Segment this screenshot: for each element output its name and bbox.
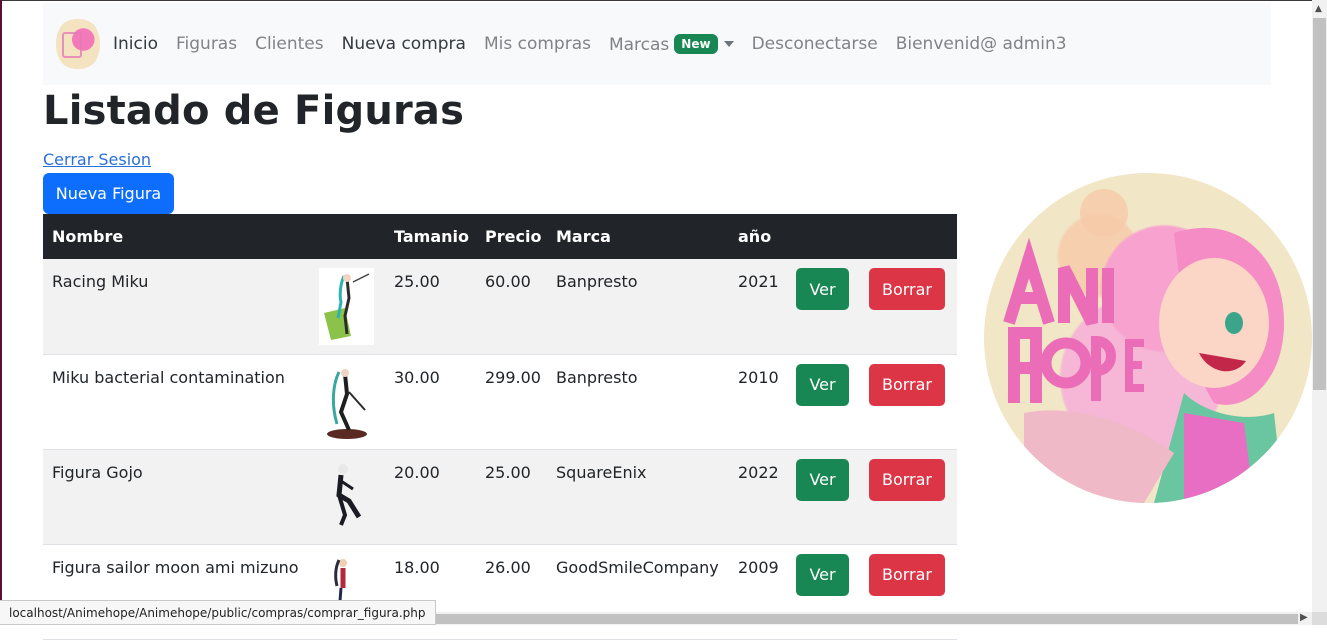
header-tamanio: Tamanio — [385, 214, 476, 259]
cell-anio: 2021 — [729, 259, 787, 355]
figures-table: Nombre Tamanio Precio Marca año Racing M… — [43, 214, 957, 640]
cell-marca: Banpresto — [547, 354, 729, 450]
cell-image — [310, 449, 385, 545]
cell-tamanio: 20.00 — [385, 449, 476, 545]
ver-button[interactable]: Ver — [796, 268, 849, 310]
cell-anio: 2022 — [729, 449, 787, 545]
borrar-button[interactable]: Borrar — [869, 458, 945, 501]
cell-marca: Banpresto — [547, 259, 729, 355]
window-left-border — [0, 0, 2, 625]
cell-tamanio: 25.00 — [385, 259, 476, 355]
table-row: Racing Miku 25.00 60.00 Banpresto 2021 V… — [43, 259, 957, 355]
cell-tamanio: 30.00 — [385, 354, 476, 450]
borrar-button[interactable]: Borrar — [869, 553, 945, 596]
figure-image — [327, 368, 367, 439]
ver-button[interactable]: Ver — [796, 363, 849, 406]
brand-logo[interactable] — [56, 16, 100, 72]
cell-anio: 2010 — [729, 354, 787, 450]
cell-marca: SquareEnix — [547, 449, 729, 545]
figure-image — [319, 268, 374, 345]
logo-artwork — [1003, 189, 1284, 503]
cell-image — [310, 354, 385, 450]
cell-precio: 299.00 — [476, 354, 547, 450]
figure-image — [336, 463, 362, 526]
window-top-border — [0, 0, 1327, 1]
header-nombre: Nombre — [43, 214, 310, 259]
cell-nombre: Racing Miku — [43, 259, 310, 355]
logout-link[interactable]: Cerrar Sesion — [43, 150, 151, 169]
cell-precio: 25.00 — [476, 449, 547, 545]
header-image — [310, 214, 385, 259]
header-marca: Marca — [547, 214, 729, 259]
cell-precio: 60.00 — [476, 259, 547, 355]
header-precio: Precio — [476, 214, 547, 259]
status-bar-url: localhost/Animehope/Animehope/public/com… — [0, 600, 436, 625]
table-row: Miku bacterial contamination 30.00 299.0… — [43, 354, 957, 450]
borrar-button[interactable]: Borrar — [869, 363, 945, 406]
nav-desconectarse[interactable]: Desconectarse — [752, 34, 878, 54]
header-borrar — [860, 214, 957, 259]
nav-marcas-label: Marcas — [608, 34, 670, 55]
cell-image — [310, 259, 385, 355]
vertical-scrollbar-thumb[interactable] — [1313, 18, 1326, 390]
cell-nombre: Figura Gojo — [43, 449, 310, 545]
table-header-row: Nombre Tamanio Precio Marca año — [43, 214, 957, 259]
ver-button[interactable]: Ver — [796, 458, 849, 501]
cell-ver: Ver — [787, 354, 860, 450]
nav-marcas-dropdown[interactable]: Marcas New — [608, 33, 734, 55]
cell-ver: Ver — [787, 259, 860, 355]
scroll-right-icon[interactable]: ▶ — [1300, 612, 1308, 623]
ver-button[interactable]: Ver — [796, 553, 849, 596]
cell-borrar: Borrar — [860, 259, 957, 355]
scrollbar-corner — [1312, 612, 1327, 625]
new-badge: New — [674, 33, 718, 54]
cell-nombre: Miku bacterial contamination — [43, 354, 310, 450]
header-anio: año — [729, 214, 787, 259]
page-title: Listado de Figuras — [43, 88, 465, 134]
table-row: Figura Gojo 20.00 25.00 SquareEnix 2022 … — [43, 449, 957, 545]
figures-table-container: Nombre Tamanio Precio Marca año Racing M… — [43, 214, 957, 640]
animehope-logo-image — [984, 173, 1312, 503]
header-ver — [787, 214, 860, 259]
navbar: Inicio Figuras Clientes Nueva compra Mis… — [43, 3, 1271, 85]
nav-clientes[interactable]: Clientes — [255, 34, 324, 54]
caret-down-icon — [723, 40, 734, 47]
new-figure-button[interactable]: Nueva Figura — [43, 173, 174, 214]
borrar-button[interactable]: Borrar — [869, 268, 945, 310]
nav-figuras[interactable]: Figuras — [176, 34, 237, 54]
cell-borrar: Borrar — [860, 449, 957, 545]
cell-borrar: Borrar — [860, 354, 957, 450]
nav-mis-compras[interactable]: Mis compras — [484, 34, 591, 54]
nav-welcome-user[interactable]: Bienvenid@ admin3 — [896, 34, 1067, 54]
horizontal-scrollbar-thumb[interactable] — [430, 614, 1298, 624]
nav-nueva-compra[interactable]: Nueva compra — [342, 34, 466, 54]
cell-ver: Ver — [787, 449, 860, 545]
scroll-up-icon[interactable]: ▲ — [1315, 4, 1322, 14]
nav-inicio[interactable]: Inicio — [113, 34, 158, 54]
